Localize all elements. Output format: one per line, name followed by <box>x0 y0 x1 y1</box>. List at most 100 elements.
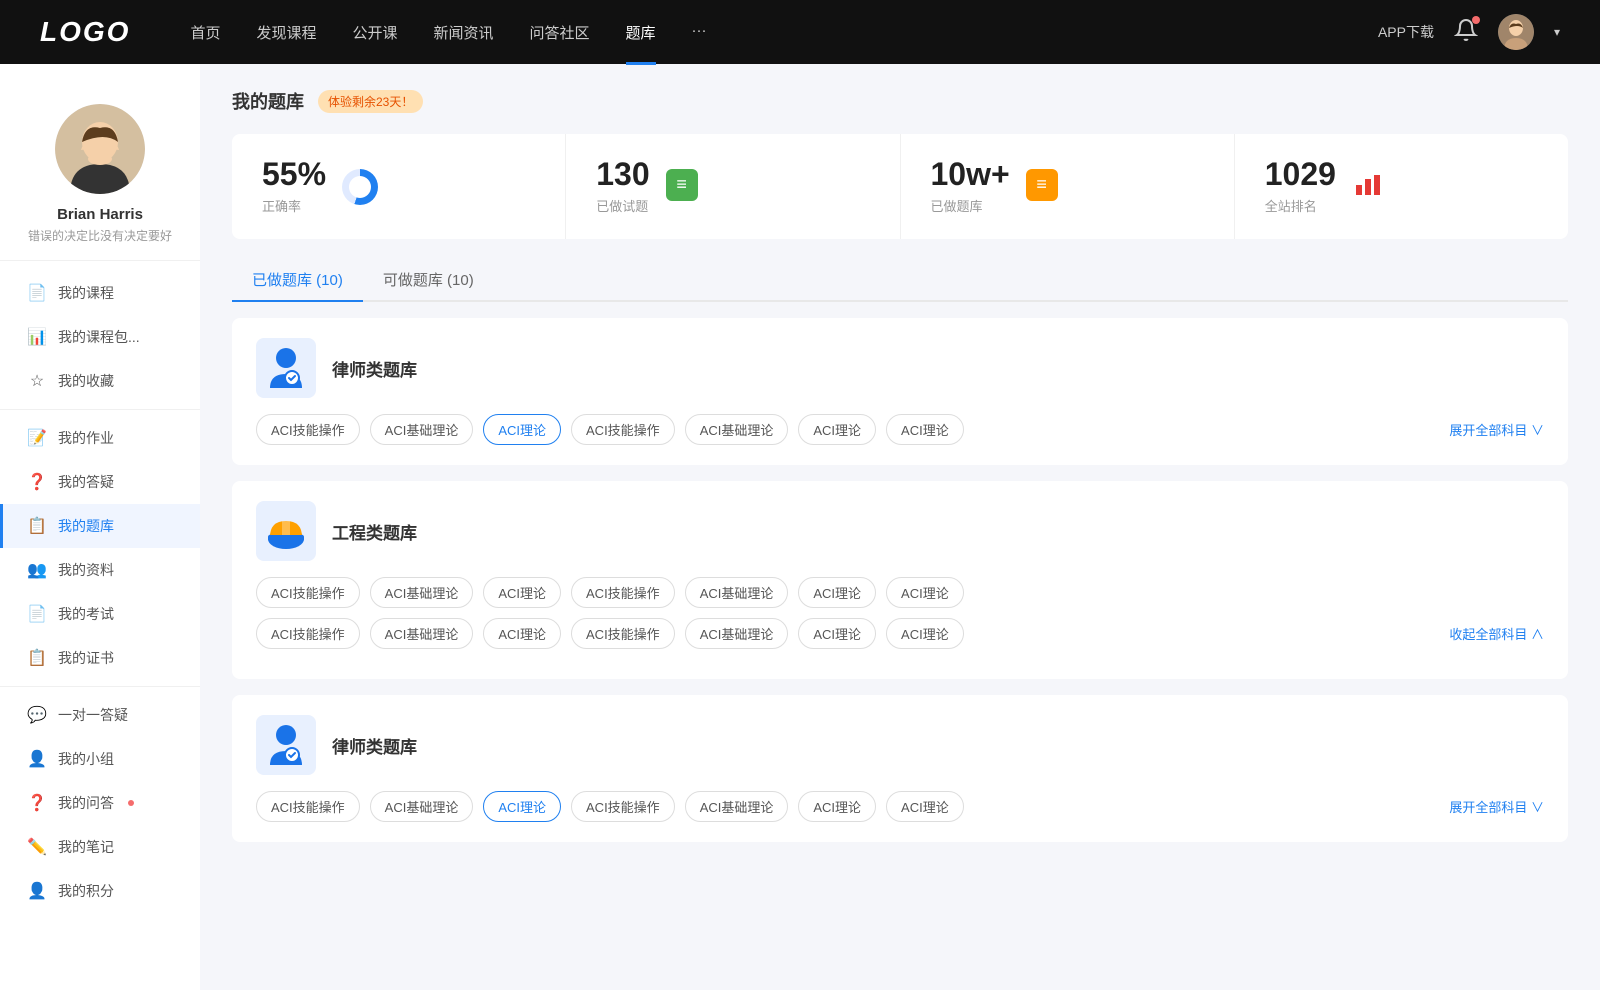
eng-tag-r2-1[interactable]: ACI基础理论 <box>370 618 474 649</box>
one-on-one-label: 一对一答疑 <box>58 705 128 725</box>
nav-home[interactable]: 首页 <box>190 22 220 43</box>
stat-label-accuracy: 正确率 <box>262 196 326 215</box>
lawyer2-tag-4[interactable]: ACI基础理论 <box>685 791 789 822</box>
bank-icon-lawyer <box>256 338 316 398</box>
sidebar-item-notes[interactable]: ✏️ 我的笔记 <box>0 825 200 869</box>
lawyer-tag-3[interactable]: ACI技能操作 <box>571 414 675 445</box>
tabs-row: 已做题库 (10) 可做题库 (10) <box>232 259 1568 302</box>
notification-bell[interactable] <box>1454 18 1478 47</box>
my-courses-icon: 📄 <box>28 284 46 302</box>
done-questions-icon: ≡ <box>666 169 698 201</box>
page-title: 我的题库 <box>232 88 304 114</box>
sidebar-item-groups[interactable]: 👤 我的小组 <box>0 737 200 781</box>
sidebar-item-certificates[interactable]: 📋 我的证书 <box>0 636 200 680</box>
lawyer-tag-2[interactable]: ACI理论 <box>483 414 561 445</box>
avatar[interactable] <box>1498 14 1534 50</box>
lawyer-tag-4[interactable]: ACI基础理论 <box>685 414 789 445</box>
eng-tag-r1-2[interactable]: ACI理论 <box>483 577 561 608</box>
qa-label: 我的答疑 <box>58 472 114 492</box>
stat-value-accuracy: 55% <box>262 158 326 190</box>
sidebar-item-question-bank[interactable]: 📋 我的题库 <box>0 504 200 548</box>
lawyer2-tag-1[interactable]: ACI基础理论 <box>370 791 474 822</box>
sidebar-item-homework[interactable]: 📝 我的作业 <box>0 416 200 460</box>
bank-card-lawyer2: 律师类题库 ACI技能操作 ACI基础理论 ACI理论 ACI技能操作 ACI基… <box>232 695 1568 842</box>
nav-open-course[interactable]: 公开课 <box>352 22 397 43</box>
sidebar-item-course-packages[interactable]: 📊 我的课程包... <box>0 315 200 359</box>
lawyer2-tag-3[interactable]: ACI技能操作 <box>571 791 675 822</box>
nav-question-bank[interactable]: 题库 <box>626 22 656 43</box>
page-layout: Brian Harris 错误的决定比没有决定要好 📄 我的课程 📊 我的课程包… <box>0 64 1600 990</box>
nav-discover[interactable]: 发现课程 <box>256 22 316 43</box>
eng-tag-r1-3[interactable]: ACI技能操作 <box>571 577 675 608</box>
sidebar-item-points[interactable]: 👤 我的积分 <box>0 869 200 913</box>
eng-tag-r2-5[interactable]: ACI理论 <box>798 618 876 649</box>
nav-more[interactable]: ··· <box>692 22 707 43</box>
nav-qa[interactable]: 问答社区 <box>530 22 590 43</box>
user-dropdown-arrow[interactable]: ▾ <box>1554 25 1560 39</box>
qa-notification-dot <box>128 800 134 806</box>
lawyer-person-icon <box>262 344 310 392</box>
lawyer-tag-1[interactable]: ACI基础理论 <box>370 414 474 445</box>
bank-icon-lawyer2 <box>256 715 316 775</box>
eng-tag-r1-5[interactable]: ACI理论 <box>798 577 876 608</box>
nav-news[interactable]: 新闻资讯 <box>434 22 494 43</box>
main-content: 我的题库 体验剩余23天！ 55% 正确率 130 已做试题 ≡ <box>200 64 1600 990</box>
lawyer-tag-6[interactable]: ACI理论 <box>886 414 964 445</box>
question-bank-icon: 📋 <box>28 517 46 535</box>
my-data-label: 我的资料 <box>58 560 114 580</box>
sidebar-item-my-qa[interactable]: ❓ 我的问答 <box>0 781 200 825</box>
bank-icon-engineering <box>256 501 316 561</box>
nav-links: 首页 发现课程 公开课 新闻资讯 问答社区 题库 ··· <box>190 22 1378 43</box>
sidebar-item-one-on-one[interactable]: 💬 一对一答疑 <box>0 693 200 737</box>
eng-tag-r2-2[interactable]: ACI理论 <box>483 618 561 649</box>
user-avatar-wrap <box>55 104 145 194</box>
notes-label: 我的笔记 <box>58 837 114 857</box>
eng-tag-r2-4[interactable]: ACI基础理论 <box>685 618 789 649</box>
done-banks-icon: ≡ <box>1026 169 1058 201</box>
sidebar-item-exams[interactable]: 📄 我的考试 <box>0 592 200 636</box>
sidebar: Brian Harris 错误的决定比没有决定要好 📄 我的课程 📊 我的课程包… <box>0 64 200 990</box>
stat-icon-done-banks: ≡ <box>1026 169 1062 205</box>
lawyer2-tag-0[interactable]: ACI技能操作 <box>256 791 360 822</box>
eng-tag-r1-6[interactable]: ACI理论 <box>886 577 964 608</box>
lawyer2-tag-2[interactable]: ACI理论 <box>483 791 561 822</box>
logo[interactable]: LOGO <box>40 16 130 48</box>
one-on-one-icon: 💬 <box>28 706 46 724</box>
tab-done-banks[interactable]: 已做题库 (10) <box>232 259 363 300</box>
eng-tag-r2-0[interactable]: ACI技能操作 <box>256 618 360 649</box>
my-qa-icon: ❓ <box>28 794 46 812</box>
bank-tags-engineering-row2: ACI技能操作 ACI基础理论 ACI理论 ACI技能操作 ACI基础理论 AC… <box>256 618 1544 649</box>
bank-title-engineering: 工程类题库 <box>332 519 417 544</box>
eng-tag-r2-6[interactable]: ACI理论 <box>886 618 964 649</box>
lawyer2-expand-button[interactable]: 展开全部科目 ∨ <box>1449 797 1544 816</box>
lawyer-expand-button[interactable]: 展开全部科目 ∨ <box>1449 420 1544 439</box>
groups-icon: 👤 <box>28 750 46 768</box>
stat-card-done-banks: 10w+ 已做题库 ≡ <box>901 134 1235 239</box>
homework-icon: 📝 <box>28 429 46 447</box>
lawyer2-person-icon <box>262 721 310 769</box>
certificates-label: 我的证书 <box>58 648 114 668</box>
engineering-collapse-button[interactable]: 收起全部科目 ∧ <box>1449 624 1544 643</box>
sidebar-item-my-courses[interactable]: 📄 我的课程 <box>0 271 200 315</box>
bank-card-engineering: 工程类题库 ACI技能操作 ACI基础理论 ACI理论 ACI技能操作 ACI基… <box>232 481 1568 679</box>
app-download-button[interactable]: APP下载 <box>1378 22 1434 42</box>
eng-tag-r1-0[interactable]: ACI技能操作 <box>256 577 360 608</box>
eng-tag-r1-1[interactable]: ACI基础理论 <box>370 577 474 608</box>
sidebar-item-my-data[interactable]: 👥 我的资料 <box>0 548 200 592</box>
bank-card-lawyer-header: 律师类题库 <box>256 338 1544 398</box>
lawyer-tag-5[interactable]: ACI理论 <box>798 414 876 445</box>
navbar: LOGO 首页 发现课程 公开课 新闻资讯 问答社区 题库 ··· APP下载 … <box>0 0 1600 64</box>
eng-tag-r1-4[interactable]: ACI基础理论 <box>685 577 789 608</box>
lawyer2-tag-6[interactable]: ACI理论 <box>886 791 964 822</box>
lawyer2-tag-5[interactable]: ACI理论 <box>798 791 876 822</box>
sidebar-item-qa[interactable]: ❓ 我的答疑 <box>0 460 200 504</box>
sidebar-item-favorites[interactable]: ☆ 我的收藏 <box>0 359 200 403</box>
stats-row: 55% 正确率 130 已做试题 ≡ 10w+ 已做题库 <box>232 134 1568 239</box>
eng-tag-r2-3[interactable]: ACI技能操作 <box>571 618 675 649</box>
stat-text-accuracy: 55% 正确率 <box>262 158 326 215</box>
certificates-icon: 📋 <box>28 649 46 667</box>
stat-card-done-questions: 130 已做试题 ≡ <box>566 134 900 239</box>
lawyer-tag-0[interactable]: ACI技能操作 <box>256 414 360 445</box>
tab-available-banks[interactable]: 可做题库 (10) <box>363 259 494 300</box>
stat-label-done-banks: 已做题库 <box>931 196 1010 215</box>
